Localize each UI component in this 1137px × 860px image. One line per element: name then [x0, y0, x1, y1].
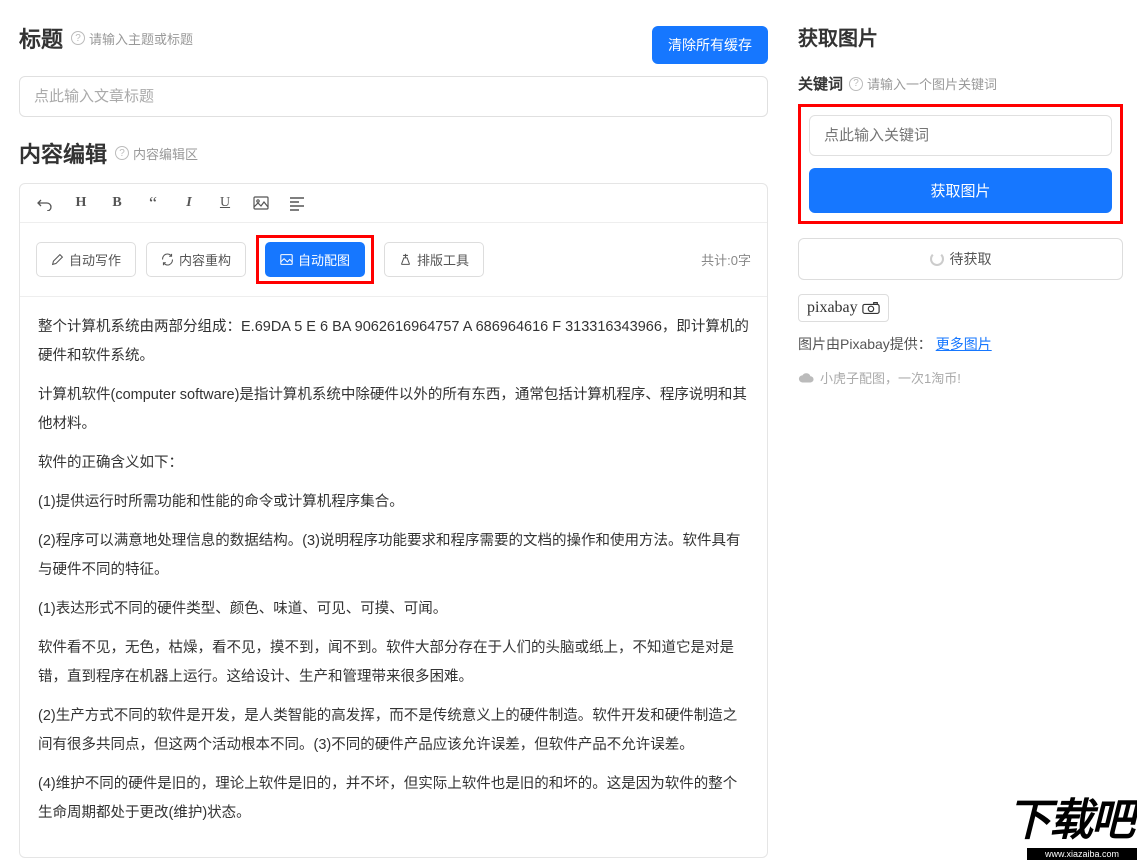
paragraph: (2)程序可以满意地处理信息的数据结构。(3)说明程序功能要求和程序需要的文档的…: [38, 527, 749, 585]
layout-tool-button[interactable]: 排版工具: [384, 242, 484, 277]
quote-icon[interactable]: “: [144, 194, 162, 212]
spinner-icon: [930, 252, 944, 266]
auto-image-button[interactable]: 自动配图: [265, 242, 365, 277]
article-title-input[interactable]: [19, 76, 768, 117]
sidebar-title: 获取图片: [798, 22, 1123, 51]
title-label: 标题: [19, 22, 63, 54]
help-icon: ?: [71, 31, 85, 45]
watermark-url: www.xiazaiba.com: [1027, 848, 1137, 860]
auto-write-button[interactable]: 自动写作: [36, 242, 136, 277]
editor-content[interactable]: 整个计算机系统由两部分组成：E.69DA 5 E 6 BA 9062616964…: [20, 297, 767, 857]
image-sidebar: 获取图片 关键词 ? 请输入一个图片关键词 获取图片 待获取 pixabay 图…: [782, 0, 1137, 860]
keyword-label: 关键词: [798, 73, 843, 94]
action-toolbar: 自动写作 内容重构 自动配图 排版工具 共计:0字: [20, 223, 767, 297]
fetch-status-button[interactable]: 待获取: [798, 238, 1123, 280]
word-count: 共计:0字: [701, 250, 751, 269]
pixabay-badge: pixabay: [798, 294, 889, 322]
paragraph: (1)提供运行时所需功能和性能的命令或计算机程序集合。: [38, 488, 749, 517]
paragraph: (2)生产方式不同的软件是开发，是人类智能的高发挥，而不是传统意义上的硬件制造。…: [38, 702, 749, 760]
content-header: 内容编辑 ? 内容编辑区: [19, 137, 782, 169]
format-toolbar: H B “ I U: [20, 184, 767, 223]
photo-icon: [280, 253, 293, 266]
italic-icon[interactable]: I: [180, 194, 198, 212]
fetch-image-button[interactable]: 获取图片: [809, 168, 1112, 213]
highlight-autoimage: 自动配图: [256, 235, 374, 284]
clear-cache-button[interactable]: 清除所有缓存: [652, 26, 768, 64]
title-header-row: 标题 ? 请输入主题或标题 清除所有缓存: [19, 22, 768, 68]
keyword-input[interactable]: [809, 115, 1112, 156]
image-credit: 图片由Pixabay提供： 更多图片: [798, 334, 1123, 354]
camera-icon: [862, 301, 880, 315]
paragraph: 软件的正确含义如下：: [38, 449, 749, 478]
refresh-icon: [161, 253, 174, 266]
layout-icon: [399, 253, 412, 266]
help-icon: ?: [115, 146, 129, 160]
editor-box: H B “ I U 自动写作 内容重构: [19, 183, 768, 858]
paragraph: 计算机软件(computer software)是指计算机系统中除硬件以外的所有…: [38, 381, 749, 439]
more-images-link[interactable]: 更多图片: [936, 336, 992, 352]
highlight-keyword-box: 获取图片: [798, 104, 1123, 224]
bold-icon[interactable]: B: [108, 194, 126, 212]
paragraph: (4)维护不同的硬件是旧的，理论上软件是旧的，并不坏，但实际上软件也是旧的和坏的…: [38, 770, 749, 828]
cloud-icon: [798, 372, 814, 384]
heading-icon[interactable]: H: [72, 194, 90, 212]
pencil-icon: [51, 253, 64, 266]
main-column: 标题 ? 请输入主题或标题 清除所有缓存 内容编辑 ? 内容编辑区 H B: [0, 0, 782, 860]
align-icon[interactable]: [288, 194, 306, 212]
paragraph: 整个计算机系统由两部分组成：E.69DA 5 E 6 BA 9062616964…: [38, 313, 749, 371]
image-icon[interactable]: [252, 194, 270, 212]
undo-icon[interactable]: [36, 194, 54, 212]
watermark-logo: 下载吧: [1007, 784, 1133, 848]
underline-icon[interactable]: U: [216, 194, 234, 212]
content-label: 内容编辑: [19, 137, 107, 169]
title-hint: ? 请输入主题或标题: [71, 29, 193, 48]
tip-row: 小虎子配图，一次1淘币!: [798, 368, 1123, 387]
keyword-hint: ? 请输入一个图片关键词: [849, 74, 997, 93]
help-icon: ?: [849, 77, 863, 91]
content-hint: ? 内容编辑区: [115, 144, 198, 163]
paragraph: 软件看不见，无色，枯燥，看不见，摸不到，闻不到。软件大部分存在于人们的头脑或纸上…: [38, 634, 749, 692]
restructure-button[interactable]: 内容重构: [146, 242, 246, 277]
paragraph: (1)表达形式不同的硬件类型、颜色、味道、可见、可摸、可闻。: [38, 595, 749, 624]
